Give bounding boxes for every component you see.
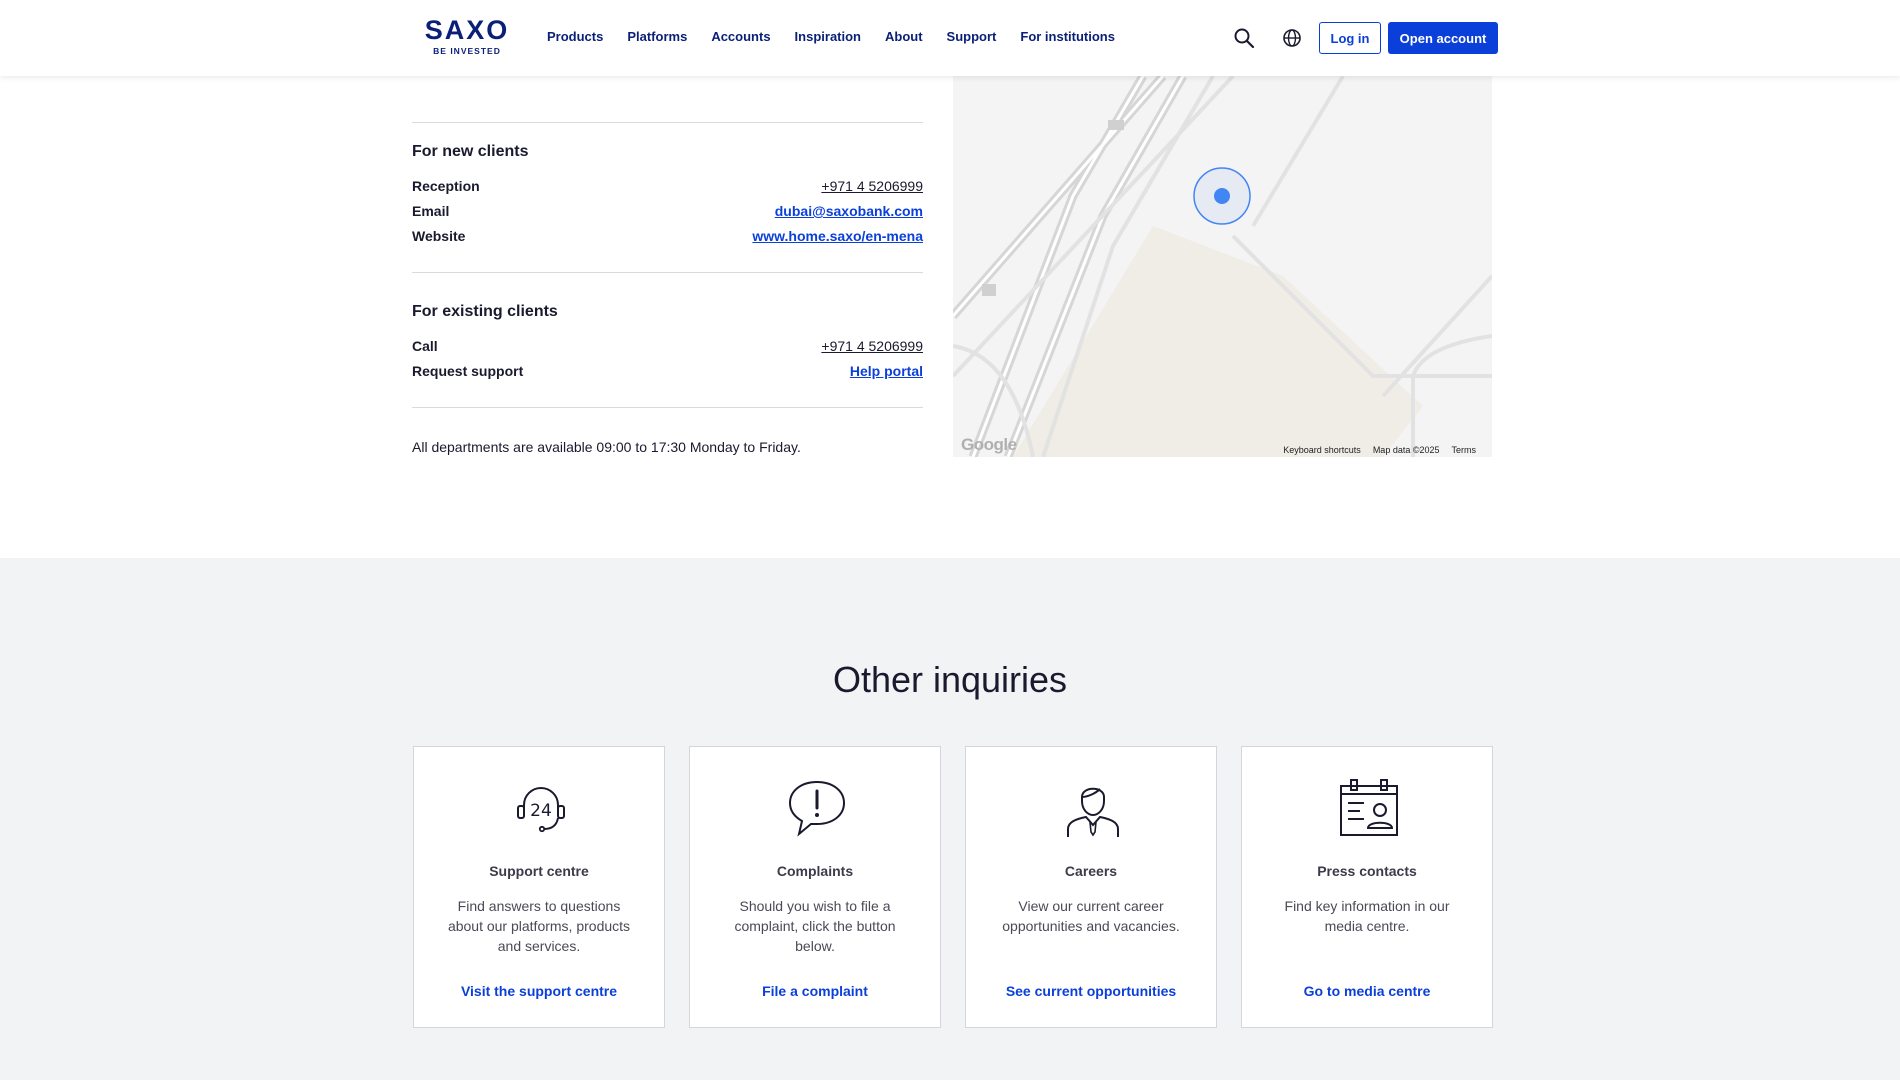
visit-support-centre-link[interactable]: Visit the support centre — [414, 983, 664, 999]
card-description: Find key information in our media centre… — [1284, 898, 1450, 934]
press-card-icon — [1338, 777, 1400, 839]
support-centre-card: 24 Support centre Find answers to questi… — [413, 746, 665, 1028]
file-complaint-link[interactable]: File a complaint — [690, 983, 940, 999]
login-button[interactable]: Log in — [1319, 22, 1381, 54]
other-inquiries-title: Other inquiries — [832, 659, 1068, 700]
globe-icon[interactable] — [1280, 26, 1304, 50]
request-support-label: Request support — [412, 363, 524, 379]
go-to-media-centre-link[interactable]: Go to media centre — [1242, 983, 1492, 999]
google-logo[interactable]: Google — [961, 435, 1017, 455]
nav-support[interactable]: Support — [947, 29, 997, 44]
logo-wordmark: SAXO — [424, 15, 510, 45]
terms-link[interactable]: Terms — [1452, 445, 1477, 455]
nav-for-institutions[interactable]: For institutions — [1020, 29, 1115, 44]
person-icon — [1062, 777, 1124, 839]
reception-label: Reception — [412, 178, 480, 194]
press-contacts-card: Press contacts Find key information in o… — [1241, 746, 1493, 1028]
card-title: Complaints — [776, 863, 854, 879]
speech-bubble-exclamation-icon — [786, 777, 848, 839]
location-map[interactable]: Google Keyboard shortcuts Map data ©2025… — [953, 76, 1492, 457]
other-inquiries-section: Other inquiries 24 Support centre Find a… — [0, 558, 1900, 1080]
see-opportunities-link[interactable]: See current opportunities — [966, 983, 1216, 999]
keyboard-shortcuts-link[interactable]: Keyboard shortcuts — [1283, 445, 1361, 455]
nav-accounts[interactable]: Accounts — [711, 29, 770, 44]
divider — [412, 122, 923, 123]
card-title: Careers — [1064, 863, 1118, 879]
help-portal-link[interactable]: Help portal — [850, 363, 923, 379]
nav-inspiration[interactable]: Inspiration — [795, 29, 861, 44]
logo-tagline: BE INVESTED — [433, 46, 501, 56]
search-icon[interactable] — [1232, 26, 1256, 50]
website-link[interactable]: www.home.saxo/en-mena — [752, 228, 923, 244]
email-link[interactable]: dubai@saxobank.com — [775, 203, 923, 219]
card-description: Find answers to questions about our plat… — [447, 898, 631, 954]
careers-card: Careers View our current career opportun… — [965, 746, 1217, 1028]
opening-hours: All departments are available 09:00 to 1… — [412, 439, 801, 455]
call-phone-link[interactable]: +971 4 5206999 — [821, 338, 923, 354]
svg-text:24: 24 — [530, 801, 552, 821]
nav-platforms[interactable]: Platforms — [627, 29, 687, 44]
card-description: Should you wish to file a complaint, cli… — [734, 898, 896, 954]
existing-clients-title: For existing clients — [412, 303, 558, 320]
open-account-button[interactable]: Open account — [1388, 22, 1498, 54]
nav-products[interactable]: Products — [547, 29, 603, 44]
site-header: SAXO BE INVESTED Products Platforms Acco… — [0, 0, 1900, 76]
card-title: Support centre — [489, 863, 589, 879]
call-label: Call — [412, 338, 438, 354]
card-title: Press contacts — [1317, 863, 1417, 879]
map-data-attribution: Map data ©2025 — [1372, 445, 1440, 455]
map-footer: Keyboard shortcuts Map data ©2025 Terms — [1283, 445, 1476, 455]
card-description: View our current career opportunities an… — [1002, 898, 1180, 934]
main-nav: Products Platforms Accounts Inspiration … — [547, 29, 1139, 44]
saxo-logo[interactable]: SAXO BE INVESTED — [424, 16, 510, 56]
email-label: Email — [412, 203, 450, 219]
complaints-card: Complaints Should you wish to file a com… — [689, 746, 941, 1028]
reception-phone-link[interactable]: +971 4 5206999 — [821, 178, 923, 194]
map-roads — [953, 76, 1492, 457]
website-label: Website — [412, 228, 466, 244]
new-clients-title: For new clients — [412, 143, 529, 160]
nav-about[interactable]: About — [885, 29, 923, 44]
divider — [412, 407, 923, 408]
divider — [412, 272, 923, 273]
headset-24-icon: 24 — [510, 777, 572, 839]
